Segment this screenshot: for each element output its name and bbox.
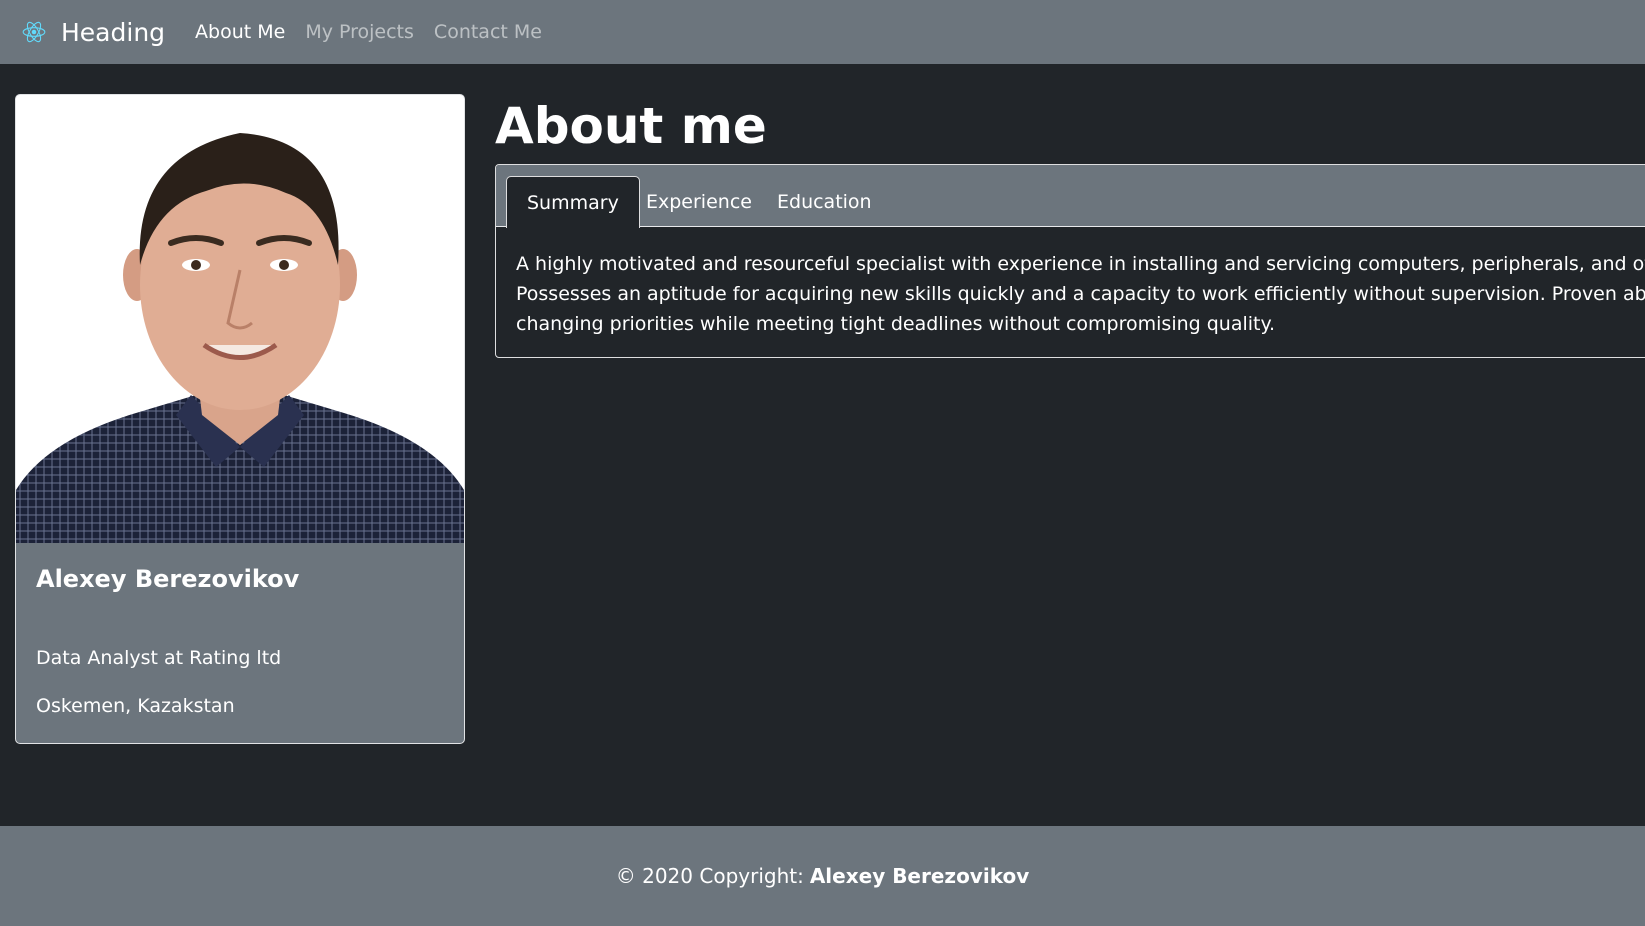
page-title: About me bbox=[495, 97, 767, 155]
profile-card: Alexey Berezovikov Data Analyst at Ratin… bbox=[15, 94, 465, 744]
brand-link[interactable]: Heading bbox=[21, 18, 165, 47]
nav-link-contact-me[interactable]: Contact Me bbox=[434, 21, 542, 43]
profile-card-body: Alexey Berezovikov Data Analyst at Ratin… bbox=[16, 543, 464, 737]
profile-location: Oskemen, Kazakstan bbox=[36, 695, 235, 717]
brand-title: Heading bbox=[61, 17, 166, 47]
nav-link-my-projects[interactable]: My Projects bbox=[305, 21, 414, 43]
summary-text: A highly motivated and resourceful speci… bbox=[516, 253, 1645, 335]
nav-link-about-me[interactable]: About Me bbox=[195, 21, 285, 43]
tab-summary[interactable]: Summary bbox=[506, 176, 640, 228]
tab-experience[interactable]: Experience bbox=[626, 176, 772, 228]
profile-photo bbox=[16, 95, 464, 543]
about-tab-panel: Summary Experience Education A highly mo… bbox=[495, 164, 1645, 358]
tab-education[interactable]: Education bbox=[757, 176, 892, 228]
navbar: Heading About Me My Projects Contact Me bbox=[0, 0, 1645, 64]
footer: © 2020 Copyright: Alexey Berezovikov bbox=[0, 826, 1645, 926]
profile-job: Data Analyst at Rating ltd bbox=[36, 647, 282, 669]
footer-author: Alexey Berezovikov bbox=[809, 864, 1030, 888]
tab-bar: Summary Experience Education bbox=[496, 165, 1645, 228]
footer-copyright: © 2020 Copyright: bbox=[615, 864, 804, 888]
profile-name: Alexey Berezovikov bbox=[36, 565, 300, 593]
react-atom-icon bbox=[21, 19, 47, 45]
